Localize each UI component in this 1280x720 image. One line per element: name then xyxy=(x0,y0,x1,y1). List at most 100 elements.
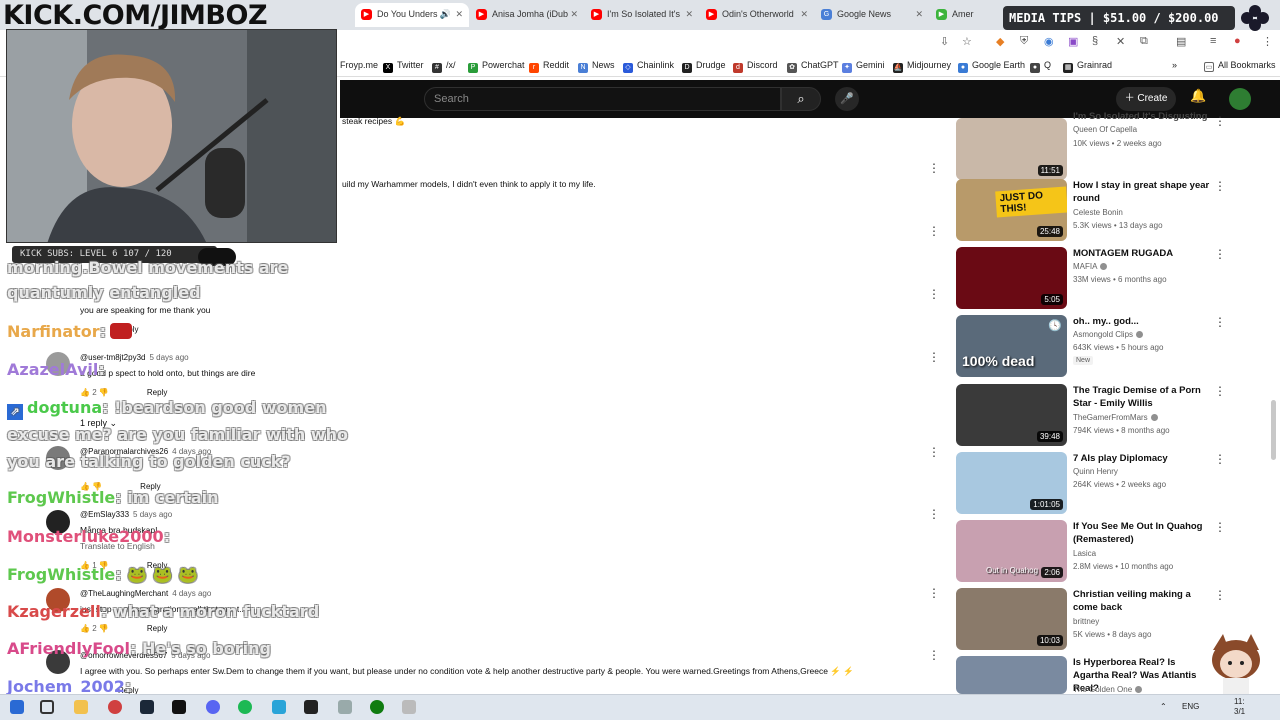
all-bookmarks-folder[interactable]: ▭ All Bookmarks xyxy=(1204,60,1276,72)
video-menu-icon[interactable]: ⋮ xyxy=(1214,315,1226,329)
comment-menu-icon[interactable]: ⋮ xyxy=(928,224,940,238)
metamask-icon[interactable]: ◆ xyxy=(996,35,1004,48)
bookmark-google-earth[interactable]: ● Google Earth xyxy=(958,60,1025,73)
video-thumbnail[interactable]: 100% dead 🕓 xyxy=(956,315,1067,377)
extension-icon[interactable]: ▣ xyxy=(1068,35,1078,48)
channel-name[interactable]: brittney xyxy=(1073,617,1099,626)
video-item[interactable]: 100% dead 🕓 oh.. my.. god... Asmongold Cl… xyxy=(956,315,1256,379)
profile-icon[interactable]: ● xyxy=(1234,35,1241,47)
bookmark-grainrad[interactable]: ▦ Grainrad xyxy=(1063,60,1112,73)
telegram-icon[interactable] xyxy=(272,700,286,714)
video-item[interactable]: 11:51 I'm So Isolated It's Disgusting Qu… xyxy=(956,111,1256,182)
video-title[interactable]: The Tragic Demise of a Porn Star - Emily… xyxy=(1073,384,1211,410)
channel-name[interactable]: The Golden One xyxy=(1073,685,1143,694)
video-item[interactable]: 1:01:05 7 AIs play Diplomacy Quinn Henry… xyxy=(956,452,1256,516)
comment-author[interactable]: @TheLaughingMerchant 4 days ago xyxy=(80,589,211,598)
video-menu-icon[interactable]: ⋮ xyxy=(1214,588,1226,602)
comment-menu-icon[interactable]: ⋮ xyxy=(928,161,940,175)
video-title[interactable]: How I stay in great shape year round xyxy=(1073,179,1211,205)
create-button[interactable]: ＋ Create xyxy=(1116,87,1176,111)
file-explorer-icon[interactable] xyxy=(74,700,88,714)
spotify-icon[interactable] xyxy=(238,700,252,714)
puzzle-icon[interactable]: ⧉ xyxy=(1140,35,1148,48)
video-thumbnail[interactable]: 10:03 xyxy=(956,588,1067,650)
comment-author[interactable]: @EmSlay333 5 days ago xyxy=(80,510,172,519)
like-icon[interactable]: 👍 xyxy=(80,624,90,633)
comment-menu-icon[interactable]: ⋮ xyxy=(928,648,940,662)
comment-menu-icon[interactable]: ⋮ xyxy=(928,507,940,521)
sidebar-icon[interactable]: ▤ xyxy=(1176,35,1186,48)
xbox-icon[interactable] xyxy=(370,700,384,714)
page-scrollbar[interactable] xyxy=(1271,400,1276,460)
x-icon[interactable]: ✕ xyxy=(1116,35,1125,48)
like-icon[interactable]: 👍 xyxy=(80,388,90,397)
video-menu-icon[interactable]: ⋮ xyxy=(1214,452,1226,466)
dislike-icon[interactable]: 👎 xyxy=(99,388,109,397)
video-title[interactable]: 7 AIs play Diplomacy xyxy=(1073,452,1211,465)
chrome-icon[interactable] xyxy=(108,700,122,714)
tray-chevron-icon[interactable]: ⌃ xyxy=(1160,702,1167,711)
notifications-bell-icon[interactable]: 🔔 xyxy=(1190,88,1206,104)
video-title[interactable]: MONTAGEM RUGADA xyxy=(1073,247,1211,260)
video-title[interactable]: I'm So Isolated It's Disgusting xyxy=(1073,110,1211,123)
clock-time[interactable]: 11: xyxy=(1234,697,1245,706)
video-title[interactable]: Christian veiling making a come back xyxy=(1073,588,1211,614)
dislike-icon[interactable]: 👎 xyxy=(99,624,109,633)
tab-amer[interactable]: ▶ Amer xyxy=(930,3,1000,27)
extension-icon[interactable]: ◉ xyxy=(1044,35,1054,48)
comment-menu-icon[interactable]: ⋮ xyxy=(928,586,940,600)
comment-text: steak recipes 💪 xyxy=(342,116,406,126)
clock-date[interactable]: 3/1 xyxy=(1234,707,1245,716)
extension-icon[interactable]: § xyxy=(1092,35,1098,47)
comment-menu-icon[interactable]: ⋮ xyxy=(928,350,940,364)
video-menu-icon[interactable]: ⋮ xyxy=(1214,384,1226,398)
channel-name[interactable]: Lasica xyxy=(1073,549,1096,558)
channel-name[interactable]: Quinn Henry xyxy=(1073,467,1118,476)
video-title[interactable]: If You See Me Out In Quahog (Remastered) xyxy=(1073,520,1211,546)
discord-icon[interactable] xyxy=(206,700,220,714)
video-menu-icon[interactable]: ⋮ xyxy=(1214,179,1226,193)
shield-icon[interactable]: ⛨ xyxy=(1020,35,1028,48)
install-icon[interactable]: ⇩ xyxy=(940,35,949,48)
menu-icon[interactable]: ⋮ xyxy=(1262,35,1273,48)
video-item[interactable]: Out in Quahog 2:06 If You See Me Out In Q… xyxy=(956,520,1256,584)
video-thumbnail[interactable]: 5:05 xyxy=(956,247,1067,309)
video-item[interactable]: JUST DO THIS! 25:48 How I stay in great s… xyxy=(956,179,1256,243)
video-item[interactable]: 5:05 MONTAGEM RUGADA MAFIA 33M views • 6… xyxy=(956,247,1256,311)
bookmark-star-icon[interactable]: ☆ xyxy=(962,35,972,48)
video-thumbnail[interactable]: 39:48 xyxy=(956,384,1067,446)
video-item[interactable]: 39:48 The Tragic Demise of a Porn Star -… xyxy=(956,384,1256,448)
video-thumbnail[interactable]: 1:01:05 xyxy=(956,452,1067,514)
bookmark-q[interactable]: ● Q xyxy=(1030,60,1051,73)
channel-name[interactable]: Celeste Bonin xyxy=(1073,208,1123,217)
bookmarks-overflow-icon[interactable]: » xyxy=(1172,60,1177,70)
download-icon[interactable]: ≡ xyxy=(1210,35,1216,47)
account-avatar[interactable] xyxy=(1229,88,1251,110)
video-menu-icon[interactable]: ⋮ xyxy=(1214,520,1226,534)
video-menu-icon[interactable]: ⋮ xyxy=(1214,247,1226,261)
reply-button[interactable]: Reply xyxy=(147,624,167,633)
language-indicator[interactable]: ENG xyxy=(1182,702,1199,711)
channel-name[interactable]: Asmongold Clips xyxy=(1073,330,1144,339)
chat-line: Monsterluke2000: xyxy=(7,527,171,546)
channel-name[interactable]: MAFIA xyxy=(1073,262,1108,271)
app-icon[interactable] xyxy=(304,700,318,714)
steam-icon[interactable] xyxy=(140,700,154,714)
task-view-icon[interactable] xyxy=(40,700,54,714)
video-menu-icon[interactable]: ⋮ xyxy=(1214,114,1226,128)
app-icon[interactable] xyxy=(402,700,416,714)
channel-name[interactable]: TheGamerFromMars xyxy=(1073,413,1158,422)
video-thumbnail[interactable]: Out in Quahog 2:06 xyxy=(956,520,1067,582)
app-icon[interactable] xyxy=(338,700,352,714)
comment-menu-icon[interactable]: ⋮ xyxy=(928,287,940,301)
reply-button[interactable]: Reply xyxy=(147,388,167,397)
start-icon[interactable] xyxy=(10,700,24,714)
video-thumbnail[interactable]: JUST DO THIS! 25:48 xyxy=(956,179,1067,241)
terminal-icon[interactable] xyxy=(172,700,186,714)
video-thumbnail[interactable]: 11:51 xyxy=(956,118,1067,180)
comment-menu-icon[interactable]: ⋮ xyxy=(928,445,940,459)
watch-later-icon[interactable]: 🕓 xyxy=(1048,319,1062,332)
video-title[interactable]: oh.. my.. god... xyxy=(1073,315,1211,328)
video-thumbnail[interactable] xyxy=(956,656,1067,694)
channel-name[interactable]: Queen Of Capella xyxy=(1073,125,1137,134)
